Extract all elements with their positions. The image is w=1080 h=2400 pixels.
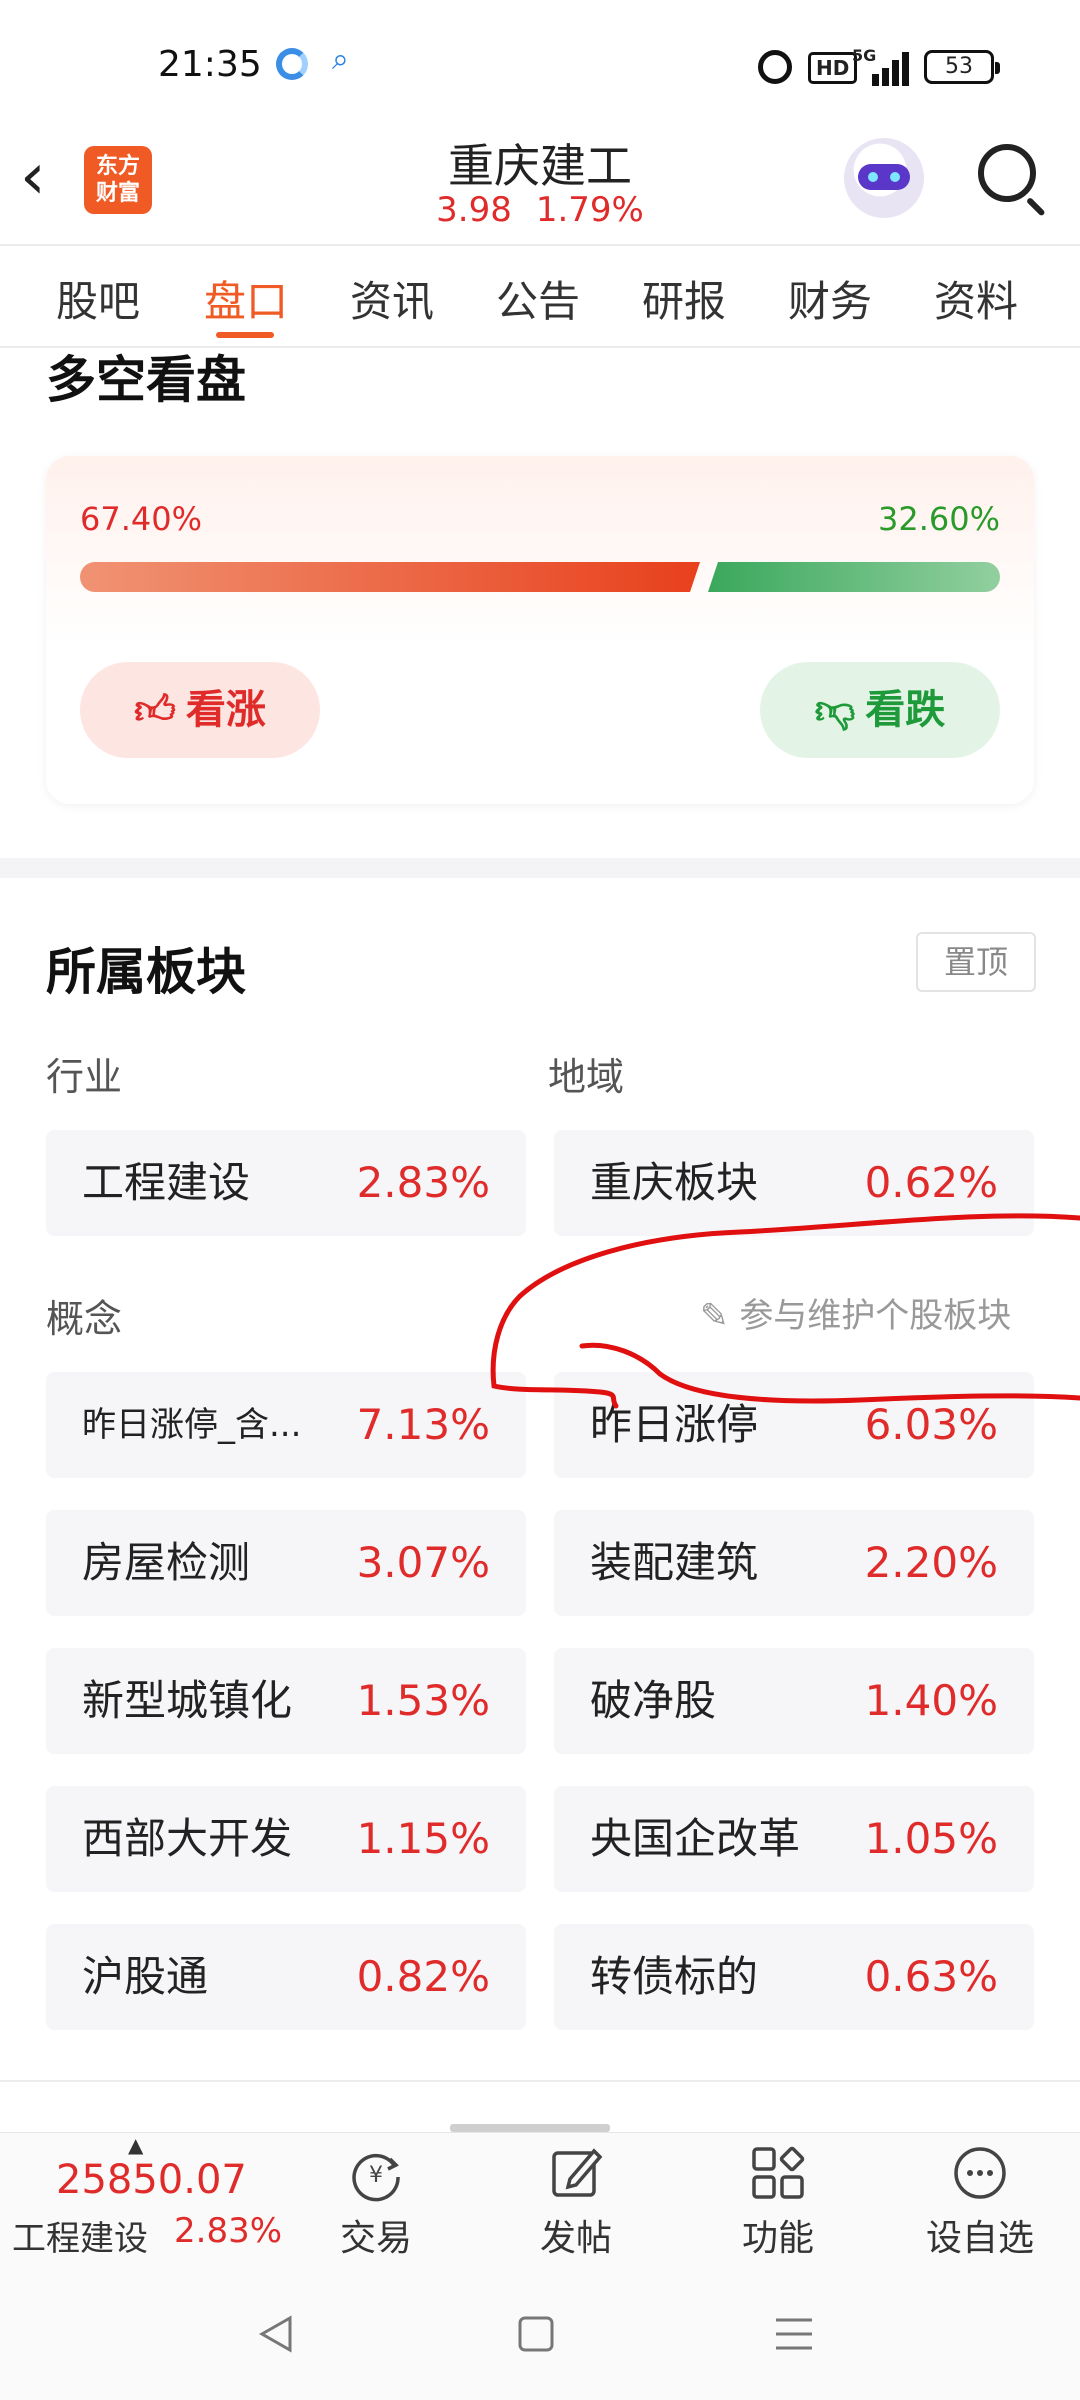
trade-button[interactable]: ¥ 交易 (306, 2143, 446, 2261)
bottom-toolbar: ▲ 25850.07 工程建设 2.83% ¥ 交易 发帖 功能 设自选 (0, 2132, 1080, 2266)
nav-back-icon[interactable] (248, 2304, 308, 2364)
index-name[interactable]: 工程建设 (12, 2211, 148, 2260)
functions-label: 功能 (741, 2218, 814, 2259)
add-watchlist-button[interactable]: 设自选 (910, 2143, 1050, 2261)
post-label: 发帖 (539, 2218, 612, 2259)
expand-caret-icon[interactable]: ▲ (128, 2133, 143, 2157)
trade-label: 交易 (339, 2218, 412, 2259)
nav-home-icon[interactable] (506, 2304, 566, 2364)
functions-button[interactable]: 功能 (708, 2143, 848, 2261)
index-pct: 2.83% (174, 2211, 283, 2251)
nav-menu-icon[interactable] (764, 2304, 824, 2364)
index-value[interactable]: 25850.07 (56, 2157, 247, 2203)
red-annotation-scribble (490, 1213, 1080, 1409)
more-circle-icon (954, 2147, 1006, 2199)
grid-icon (752, 2146, 805, 2199)
watchlist-label: 设自选 (925, 2218, 1034, 2259)
compose-icon (552, 2148, 603, 2197)
post-button[interactable]: 发帖 (506, 2143, 646, 2261)
system-nav-bar (0, 2266, 1080, 2400)
trade-icon: ¥ (352, 2153, 400, 2202)
svg-text:¥: ¥ (369, 2163, 383, 2188)
